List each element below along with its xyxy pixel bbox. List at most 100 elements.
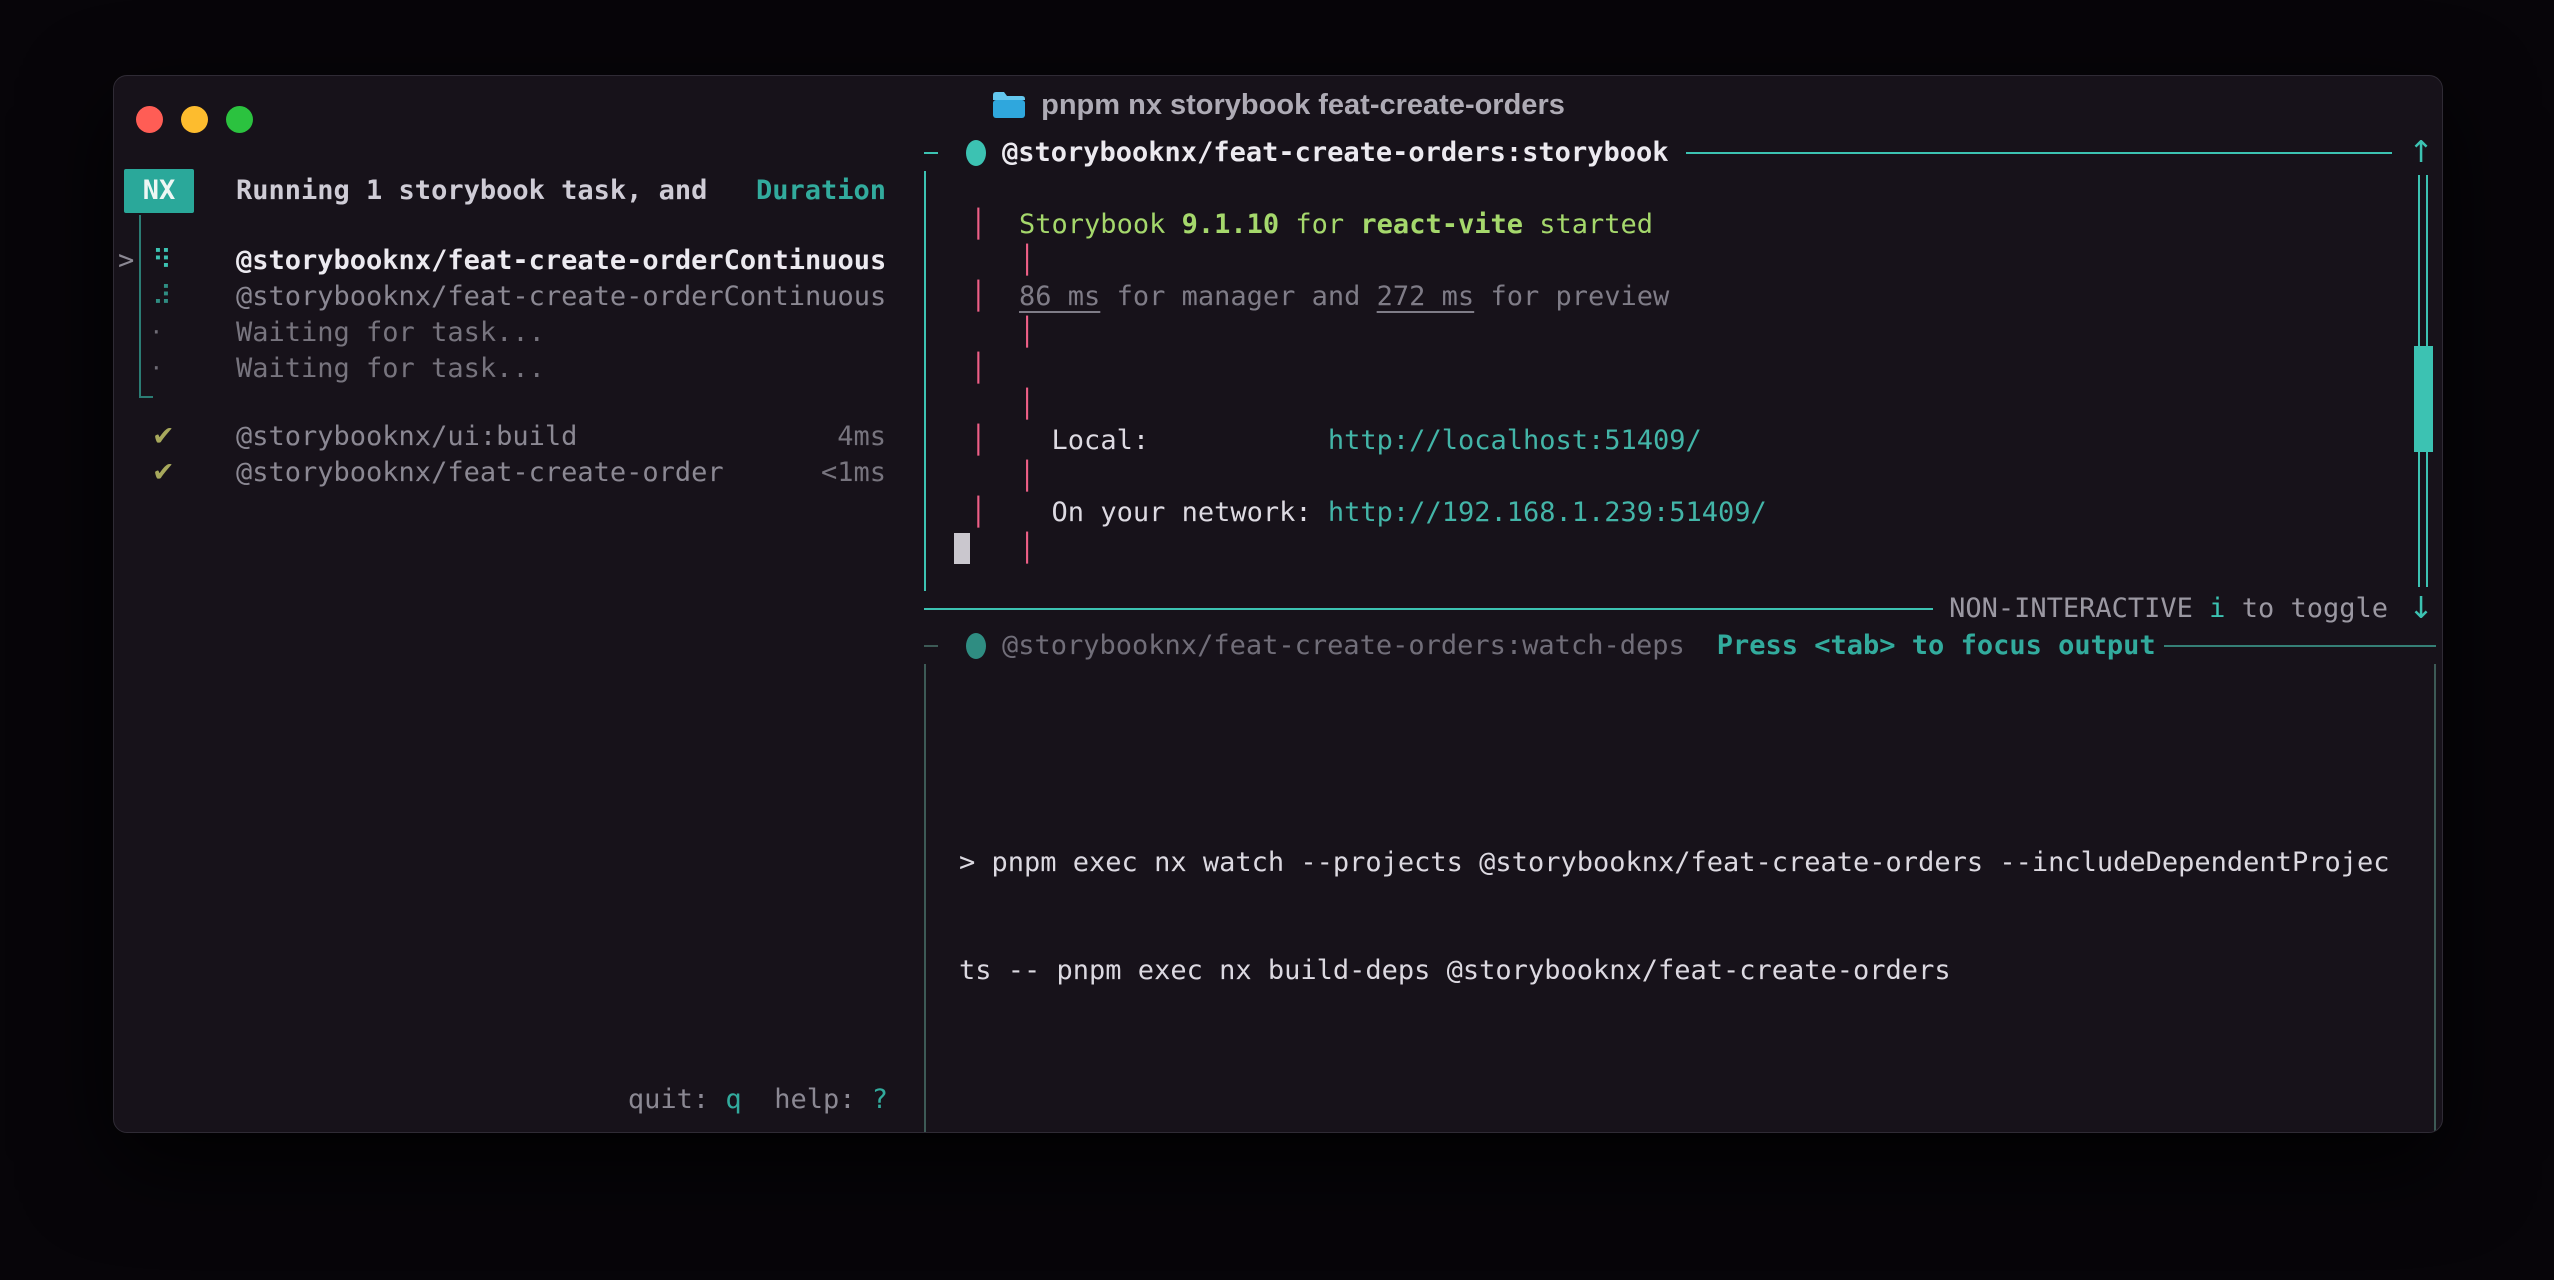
output-text: │: [954, 209, 1019, 240]
storybook-line: │ Storybook 9.1.10 for react-vite starte…: [954, 207, 2436, 243]
check-icon: ✔: [152, 455, 175, 491]
watch-deps-panel: @storybooknx/feat-create-orders:watch-de…: [924, 628, 2436, 1098]
waiting-dot-icon: ·: [152, 351, 161, 387]
server-url-link[interactable]: http://192.168.1.239:51409/: [1328, 497, 1767, 528]
output-text: │: [970, 533, 1035, 564]
output-text: for: [1279, 209, 1360, 240]
scrollbar-thumb[interactable]: [2414, 346, 2433, 452]
waiting-dot-icon: ·: [152, 315, 161, 351]
command-line: > pnpm exec nx watch --projects @storybo…: [959, 845, 2434, 881]
help-key[interactable]: ?: [872, 1082, 888, 1118]
output-text: │: [954, 425, 1052, 456]
folder-icon: [991, 90, 1027, 120]
output-text: 272 ms: [1377, 281, 1475, 312]
focus-output-hint: Press <tab> to focus output: [1717, 628, 2156, 664]
non-interactive-label: NON-INTERACTIVE: [1949, 591, 2209, 627]
task-row[interactable]: ⠼ @storybooknx/feat-create-orderContinuou…: [114, 279, 924, 315]
storybook-output-panel: @storybooknx/feat-create-orders:storyboo…: [924, 135, 2436, 627]
storybook-panel-footer: NON-INTERACTIVE i to toggle ↓: [924, 591, 2436, 627]
storybook-line: │: [954, 315, 2436, 351]
task-row[interactable]: · Waiting for task...: [114, 315, 924, 351]
output-text: [1312, 497, 1328, 528]
panel-border-line: [2164, 645, 2436, 647]
output-text: │: [954, 389, 1035, 420]
help-label: help:: [742, 1082, 872, 1118]
panel-border-stub: [924, 152, 938, 154]
task-row[interactable]: · Waiting for task...: [114, 351, 924, 387]
task-name: Waiting for task...: [236, 351, 545, 387]
task-duration: 4ms: [837, 419, 886, 455]
task-list-header-text: Running 1 storybook task, and: [236, 173, 707, 209]
output-text: [1149, 425, 1328, 456]
output-text: On your network:: [1052, 497, 1312, 528]
panel-border-line: [1686, 152, 2392, 154]
scroll-up-icon[interactable]: ↑: [2406, 135, 2436, 171]
window-title: pnpm nx storybook feat-create-orders: [1041, 89, 1565, 122]
storybook-line: │: [954, 351, 2436, 387]
cursor-row: [959, 1097, 2434, 1133]
task-name: @storybooknx/feat-create-order: [236, 279, 724, 315]
output-text: for manager and: [1100, 281, 1376, 312]
task-row[interactable]: > ⠻ @storybooknx/feat-create-orderContinuo…: [114, 243, 924, 279]
selected-task-pointer: >: [118, 243, 134, 279]
scroll-down-icon[interactable]: ↓: [2406, 591, 2436, 627]
panel-border-line: [924, 608, 1933, 610]
task-duration: <1ms: [821, 455, 886, 491]
storybook-terminal-output: │ Storybook 9.1.10 for react-vite starte…: [924, 171, 2436, 591]
task-duration: Continuous: [724, 279, 887, 315]
output-text: Local:: [1052, 425, 1150, 456]
storybook-panel-title: @storybooknx/feat-create-orders:storyboo…: [1002, 135, 1668, 171]
output-text: 86 ms: [1019, 281, 1100, 312]
watch-deps-terminal-output: > pnpm exec nx watch --projects @storybo…: [924, 664, 2436, 1133]
output-text: │: [954, 317, 1035, 348]
output-text: react-vite: [1360, 209, 1523, 240]
output-text: │: [954, 281, 1019, 312]
storybook-line: │: [954, 387, 2436, 423]
quit-key[interactable]: q: [725, 1082, 741, 1118]
output-text: 9.1.10: [1182, 209, 1280, 240]
keybinding-footer: quit: q help: ?: [114, 1082, 924, 1118]
panel-border-stub: [924, 645, 938, 647]
toggle-suffix-label: to toggle: [2225, 591, 2388, 627]
storybook-line: │: [954, 531, 2436, 567]
task-row[interactable]: ✔ @storybooknx/ui:build 4ms: [114, 419, 924, 455]
duration-column-header: Duration: [756, 173, 886, 209]
quit-label: quit:: [628, 1082, 726, 1118]
task-row[interactable]: ✔ @storybooknx/feat-create-order <1ms: [114, 455, 924, 491]
task-name: @storybooknx/feat-create-order: [236, 455, 724, 491]
task-list-header: Running 1 storybook task, and Duration: [114, 173, 924, 209]
storybook-line: │ On your network: http://192.168.1.239:…: [954, 495, 2436, 531]
output-text: │: [954, 497, 1052, 528]
task-name: @storybooknx/feat-create-order: [236, 243, 724, 279]
task-list-panel: NX Running 1 storybook task, and Duratio…: [114, 76, 924, 1133]
output-text: Storybook: [1019, 209, 1182, 240]
watch-deps-panel-header: @storybooknx/feat-create-orders:watch-de…: [924, 628, 2436, 664]
watch-deps-panel-title: @storybooknx/feat-create-orders:watch-de…: [1002, 628, 1685, 664]
output-text: started: [1523, 209, 1653, 240]
storybook-panel-header: @storybooknx/feat-create-orders:storyboo…: [924, 135, 2436, 171]
output-text: │: [954, 245, 1035, 276]
running-tasks: > ⠻ @storybooknx/feat-create-orderContinuo…: [114, 243, 924, 387]
terminal-window: pnpm nx storybook feat-create-orders NX …: [113, 75, 2443, 1133]
running-task-dot-icon: [966, 633, 986, 659]
task-name: @storybooknx/ui:build: [236, 419, 577, 455]
storybook-line: │: [954, 459, 2436, 495]
output-text: for preview: [1474, 281, 1669, 312]
output-text: │: [954, 461, 1035, 492]
spinner-icon: ⠻: [152, 243, 172, 279]
output-text: │: [954, 353, 987, 384]
storybook-line: │ Local: http://localhost:51409/: [954, 423, 2436, 459]
interactive-toggle-key[interactable]: i: [2209, 591, 2225, 627]
task-duration: Continuous: [724, 243, 887, 279]
storybook-line: │: [954, 243, 2436, 279]
running-task-dot-icon: [966, 140, 986, 166]
screen: pnpm nx storybook feat-create-orders NX …: [0, 0, 2554, 1280]
terminal-cursor: [954, 533, 970, 564]
task-name: Waiting for task...: [236, 315, 545, 351]
spinner-icon: ⠼: [152, 279, 172, 315]
server-url-link[interactable]: http://localhost:51409/: [1328, 425, 1702, 456]
storybook-line: │ 86 ms for manager and 272 ms for previ…: [954, 279, 2436, 315]
completed-tasks: ✔ @storybooknx/ui:build 4ms ✔ @storybooknx/f…: [114, 419, 924, 491]
command-line: ts -- pnpm exec nx build-deps @storybook…: [959, 953, 2434, 989]
check-icon: ✔: [152, 419, 175, 455]
